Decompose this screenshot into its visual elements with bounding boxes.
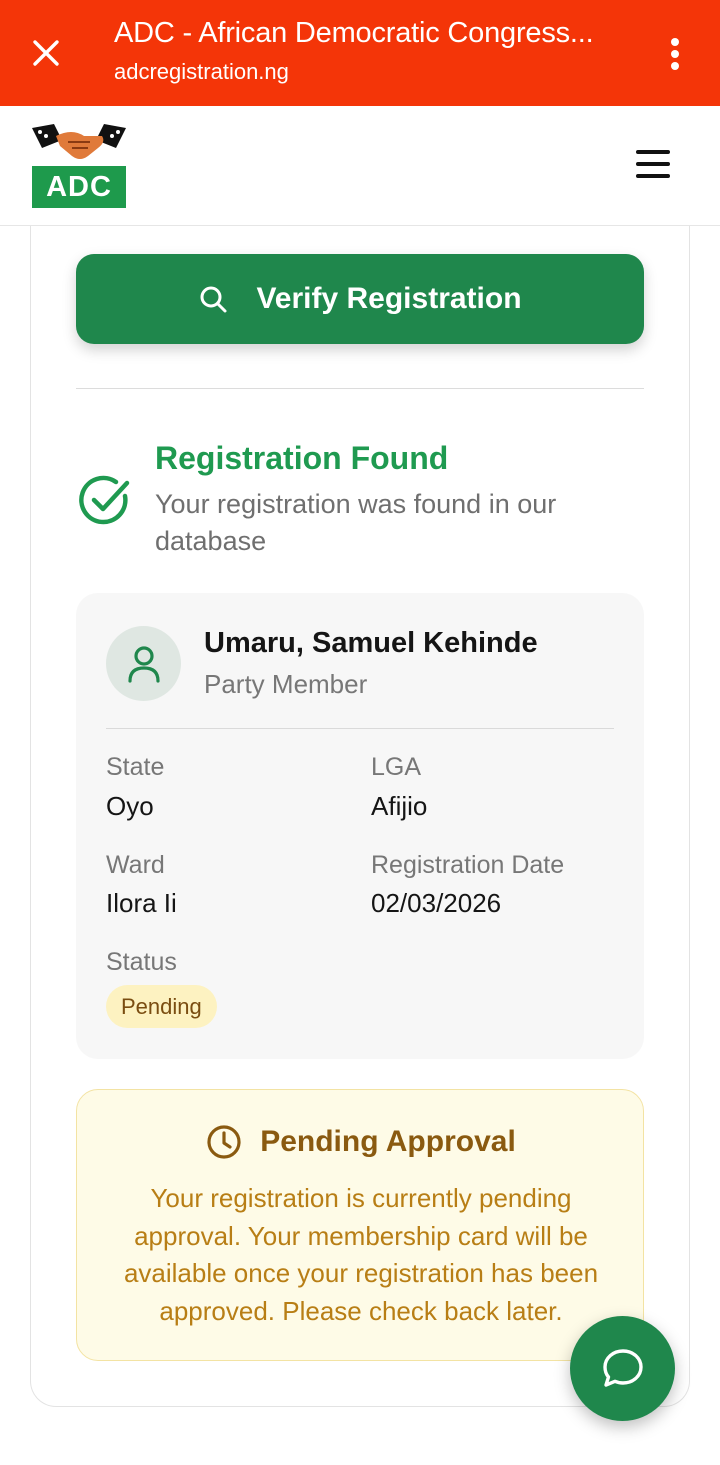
registration-date-value: 02/03/2026	[371, 888, 502, 918]
chat-bubble-icon	[602, 1348, 643, 1387]
handshake-icon	[32, 124, 126, 159]
pending-header: Pending Approval	[77, 1124, 645, 1160]
user-icon	[127, 645, 160, 683]
check-circle-icon	[79, 475, 130, 525]
page-url[interactable]: adcregistration.ng	[114, 58, 634, 86]
ward-label: Ward	[106, 851, 165, 879]
state-label: State	[106, 753, 165, 781]
result-title: Registration Found	[155, 440, 449, 476]
lga-label: LGA	[371, 753, 422, 781]
status-badge: Pending	[106, 985, 217, 1028]
close-button[interactable]	[26, 33, 66, 73]
verify-registration-button[interactable]: Verify Registration	[76, 254, 644, 344]
adc-logo[interactable]: ADC	[32, 122, 126, 208]
clock-icon	[207, 1125, 241, 1159]
pending-message: Your registration is currently pending a…	[123, 1183, 599, 1326]
result-subtitle: Your registration was found in our datab…	[155, 489, 557, 556]
hamburger-menu-icon[interactable]	[636, 150, 670, 178]
browser-toolbar: ADC - African Democratic Congress... adc…	[0, 0, 720, 106]
section-divider	[76, 388, 644, 389]
more-vert-icon[interactable]	[660, 34, 690, 74]
registration-date-label: Registration Date	[371, 851, 565, 879]
state-value: Oyo	[106, 791, 154, 821]
pending-title: Pending Approval	[260, 1125, 516, 1158]
site-header: ADC	[0, 106, 720, 226]
member-details-box: Umaru, Samuel Kehinde Party Member State…	[76, 593, 644, 1059]
status-label: Status	[106, 948, 177, 976]
member-divider	[106, 728, 614, 729]
ward-value: Ilora Ii	[106, 888, 177, 918]
search-icon	[200, 286, 227, 313]
page-title: ADC - African Democratic Congress...	[114, 17, 594, 49]
browser-title-area: ADC - African Democratic Congress... adc…	[114, 14, 634, 86]
verify-button-label: Verify Registration	[256, 282, 522, 315]
pending-approval-notice: Pending Approval Your registration is cu…	[76, 1089, 644, 1361]
member-name: Umaru, Samuel Kehinde	[204, 627, 538, 659]
lga-value: Afijio	[371, 791, 428, 821]
logo-text: ADC	[46, 171, 112, 203]
avatar	[106, 626, 181, 701]
chat-button[interactable]	[570, 1316, 675, 1421]
close-icon	[33, 40, 59, 66]
member-role: Party Member	[204, 669, 368, 699]
